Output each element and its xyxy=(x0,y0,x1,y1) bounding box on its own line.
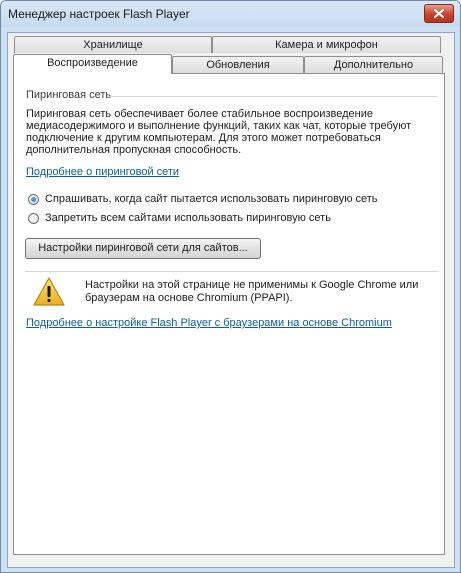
close-button[interactable] xyxy=(424,4,454,23)
section-title-p2p: Пиринговая сеть xyxy=(26,89,112,101)
chromium-flash-help-link[interactable]: Подробнее о настройке Flash Player с бра… xyxy=(26,317,392,329)
tab-advanced-label: Дополнительно xyxy=(333,59,414,71)
radio-option-deny[interactable]: Запретить всем сайтами использовать пири… xyxy=(28,212,331,224)
settings-manager-window: Менеджер настроек Flash Player Хранилище… xyxy=(0,0,461,573)
section-divider xyxy=(110,96,437,97)
tab-playback[interactable]: Воспроизведение xyxy=(13,54,172,74)
close-icon xyxy=(434,9,444,18)
radio-button-ask[interactable] xyxy=(28,193,39,205)
tab-storage[interactable]: Хранилище xyxy=(14,36,212,53)
title-bar[interactable]: Менеджер настроек Flash Player xyxy=(1,1,460,27)
client-area: Хранилище Камера и микрофон Воспроизведе… xyxy=(7,32,455,568)
tab-camera-mic[interactable]: Камера и микрофон xyxy=(212,36,441,53)
tab-panel-playback: Пиринговая сеть Пиринговая сеть обеспечи… xyxy=(13,73,445,555)
tab-playback-label: Воспроизведение xyxy=(47,57,138,69)
tab-updates[interactable]: Обновления xyxy=(172,56,304,73)
p2p-learn-more-link[interactable]: Подробнее о пиринговой сети xyxy=(26,166,179,178)
tab-updates-label: Обновления xyxy=(206,59,270,71)
tab-storage-label: Хранилище xyxy=(83,39,143,51)
radio-label-ask: Спрашивать, когда сайт пытается использо… xyxy=(45,193,378,205)
p2p-description: Пиринговая сеть обеспечивает более стаби… xyxy=(26,108,412,156)
divider xyxy=(25,271,438,272)
warning-icon xyxy=(33,277,65,306)
p2p-site-settings-button[interactable]: Настройки пиринговой сети для сайтов... xyxy=(25,238,261,259)
radio-label-deny: Запретить всем сайтами использовать пири… xyxy=(45,212,331,224)
radio-option-ask[interactable]: Спрашивать, когда сайт пытается использо… xyxy=(28,193,378,205)
notice-text: Настройки на этой странице не применимы … xyxy=(85,279,419,304)
window-title: Менеджер настроек Flash Player xyxy=(8,7,190,21)
tab-camera-mic-label: Камера и микрофон xyxy=(275,39,378,51)
radio-button-deny[interactable] xyxy=(28,212,39,224)
tab-advanced[interactable]: Дополнительно xyxy=(304,56,443,73)
